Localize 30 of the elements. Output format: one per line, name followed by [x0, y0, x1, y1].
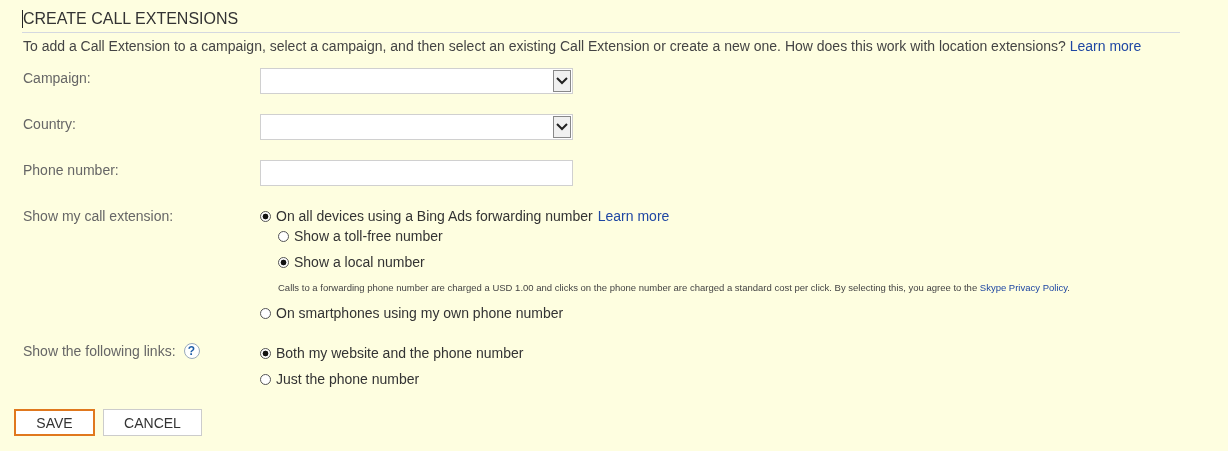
- page-title: CREATE CALL EXTENSIONS: [23, 10, 239, 28]
- field-label: Phone number:: [23, 161, 120, 180]
- learn-more-link[interactable]: Learn more: [1069, 38, 1142, 54]
- radio-button[interactable]: [260, 307, 271, 319]
- field-label: Country:: [23, 115, 77, 134]
- radio-button[interactable]: [260, 347, 271, 359]
- help-icon[interactable]: ?: [183, 343, 200, 359]
- form-button[interactable]: CANCEL: [103, 409, 202, 436]
- dropdown-field[interactable]: [260, 68, 573, 94]
- note-text: Calls to a forwarding phone number are charged a USD 1.00 and clicks on the phone number are charged a standard cost per click. By selecting this, you agree to the Skype Privacy Policy.: [278, 282, 1071, 293]
- form-button[interactable]: SAVE: [14, 409, 95, 436]
- option-label: On smartphones using my own phone number: [276, 305, 564, 321]
- option-label: Show a local number: [294, 254, 425, 270]
- field-label: Campaign:: [23, 69, 92, 88]
- input-field[interactable]: [260, 160, 573, 186]
- chevron-down-icon: [553, 116, 571, 138]
- radio-button[interactable]: [278, 230, 289, 242]
- option-label: Both my website and the phone number: [276, 345, 524, 361]
- option-label: Just the phone number: [276, 371, 420, 387]
- chevron-down-icon: [553, 70, 571, 92]
- option-label: On all devices using a Bing Ads forwarding number: [276, 208, 593, 224]
- intro-text: To add a Call Extension to a campaign, select a campaign, and then select an existing Call Extension or create a new one. How does this work with location extensions? Learn more: [23, 38, 1143, 54]
- field-label: Show the following links:: [23, 343, 176, 359]
- radio-button[interactable]: [278, 256, 289, 268]
- learn-more-link[interactable]: Learn more: [597, 208, 670, 224]
- radio-button[interactable]: [260, 210, 271, 222]
- radio-button[interactable]: [260, 373, 271, 385]
- dropdown-field[interactable]: [260, 114, 573, 140]
- option-label: Show a toll-free number: [294, 228, 443, 244]
- field-label: Show my call extension:: [23, 207, 175, 226]
